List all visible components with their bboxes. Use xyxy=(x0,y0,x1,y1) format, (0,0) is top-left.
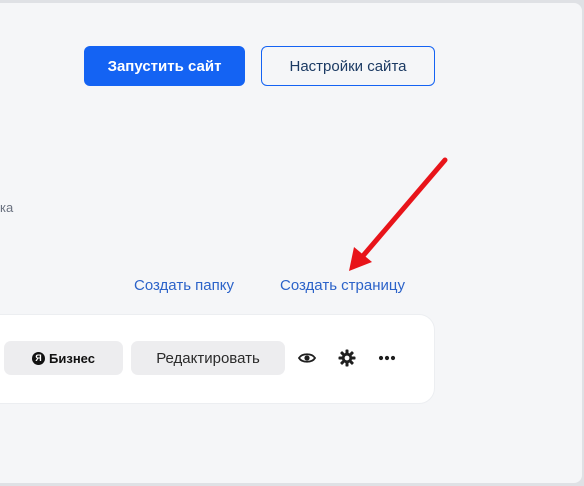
launch-site-button[interactable]: Запустить сайт xyxy=(84,46,245,86)
create-page-link[interactable]: Создать страницу xyxy=(280,277,405,294)
badge-label: Бизнес xyxy=(49,350,95,366)
truncated-text: ка xyxy=(0,200,14,215)
yandex-business-badge[interactable]: Я Бизнес xyxy=(4,341,123,375)
eye-icon[interactable] xyxy=(294,345,320,371)
edit-button[interactable]: Редактировать xyxy=(131,341,285,375)
yandex-logo-icon: Я xyxy=(32,351,46,365)
more-icon[interactable] xyxy=(374,345,400,371)
gear-icon[interactable] xyxy=(334,345,360,371)
site-settings-button[interactable]: Настройки сайта xyxy=(261,46,435,86)
create-folder-link[interactable]: Создать папку xyxy=(134,277,234,294)
